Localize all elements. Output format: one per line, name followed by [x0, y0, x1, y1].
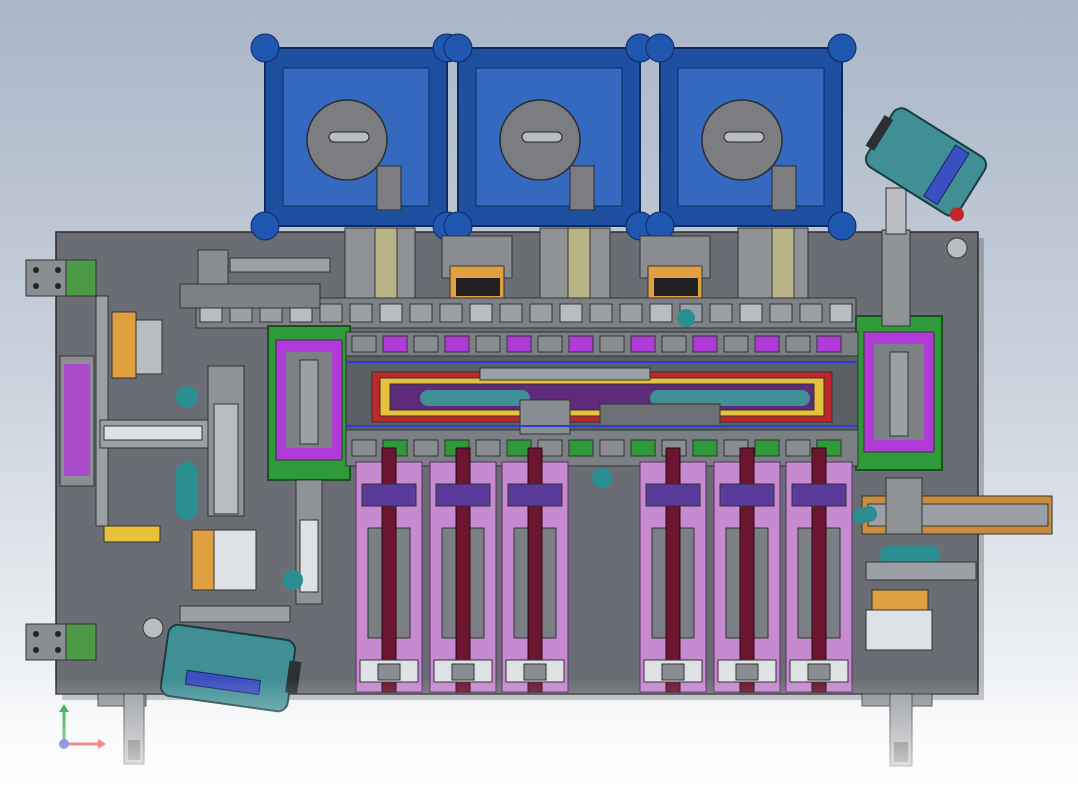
- transport-block: [709, 303, 733, 323]
- bracket-icon: [25, 259, 97, 297]
- station-module: [785, 447, 853, 693]
- rail-block: [444, 335, 470, 353]
- transport-block: [769, 303, 793, 323]
- round-feature: [592, 468, 612, 488]
- transport-block: [409, 303, 433, 323]
- round-feature: [853, 508, 869, 524]
- fan-unit-icon: [250, 33, 462, 241]
- rail-block: [723, 335, 749, 353]
- bracket-icon: [25, 623, 97, 661]
- rail-block: [351, 439, 377, 457]
- transport-block: [529, 303, 553, 323]
- rail-block: [475, 439, 501, 457]
- rail-block: [785, 439, 811, 457]
- transport-block: [379, 303, 403, 323]
- rail-block: [537, 335, 563, 353]
- rail-block: [785, 335, 811, 353]
- rail-block: [351, 335, 377, 353]
- rail-block: [630, 335, 656, 353]
- transport-block: [589, 303, 613, 323]
- motor-coupling: [142, 617, 164, 639]
- station-module: [429, 447, 497, 693]
- fan-unit-icon: [645, 33, 857, 241]
- transport-block: [559, 303, 583, 323]
- rail-block: [599, 439, 625, 457]
- rail-block: [816, 335, 842, 353]
- station-module: [713, 447, 781, 693]
- round-feature: [677, 309, 695, 327]
- transport-block: [799, 303, 823, 323]
- rail-block: [661, 335, 687, 353]
- transport-block: [649, 303, 673, 323]
- transport-block: [739, 303, 763, 323]
- rail-block: [754, 335, 780, 353]
- transport-block: [349, 303, 373, 323]
- transport-block: [499, 303, 523, 323]
- fan-unit-icon: [443, 33, 655, 241]
- rail-block: [568, 335, 594, 353]
- station-module: [639, 447, 707, 693]
- rail-block: [506, 335, 532, 353]
- motor-coupling: [946, 237, 968, 259]
- transport-block: [439, 303, 463, 323]
- station-module: [501, 447, 569, 693]
- leg-left: [97, 693, 147, 765]
- cad-viewport[interactable]: [0, 0, 1078, 808]
- rail-block: [630, 439, 656, 457]
- rail-block: [692, 439, 718, 457]
- rail-block: [382, 335, 408, 353]
- rail-block: [413, 439, 439, 457]
- coordinate-triad-icon: [59, 704, 106, 749]
- rail-block: [475, 335, 501, 353]
- transport-block: [469, 303, 493, 323]
- rail-block: [692, 335, 718, 353]
- motor-unit-icon: [864, 107, 988, 222]
- rail-block: [568, 439, 594, 457]
- assembly-drawing: [25, 33, 1053, 767]
- transport-block: [319, 303, 343, 323]
- station-module: [355, 447, 423, 693]
- rail-block: [754, 439, 780, 457]
- rail-block: [599, 335, 625, 353]
- rail-block: [506, 439, 532, 457]
- transport-block: [619, 303, 643, 323]
- rail-block: [413, 335, 439, 353]
- leg-right: [861, 693, 933, 767]
- transport-block: [829, 303, 853, 323]
